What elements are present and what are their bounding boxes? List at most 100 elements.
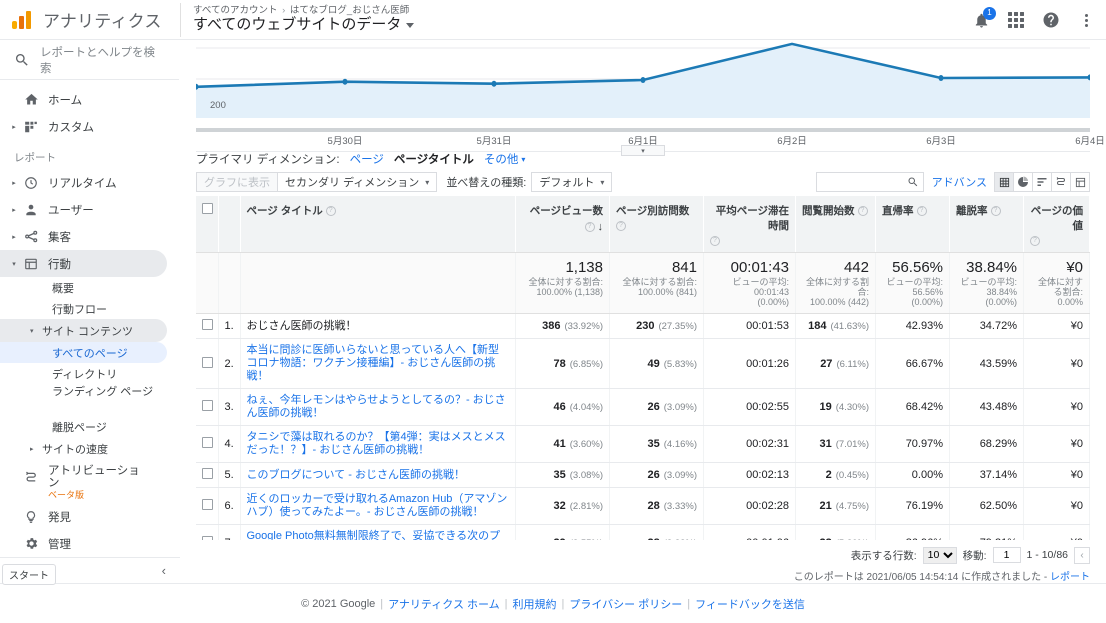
chart-date-slider-handle[interactable]: ▾ <box>621 145 665 156</box>
select-all-header[interactable] <box>196 196 219 253</box>
sidebar-item-custom[interactable]: ▸ カスタム <box>0 113 179 140</box>
page-title-link[interactable]: 本当に問診に医師いらないと思っている人へ【新型コロナ物語：ワクチン接種編】- お… <box>247 344 510 383</box>
sidebar-item-attribution[interactable]: アトリビューション ベータ版 <box>0 463 180 503</box>
footer-link-feedback[interactable]: フィードバックを送信 <box>695 596 805 612</box>
dimension-option-page-title[interactable]: ページタイトル <box>394 151 474 167</box>
row-checkbox[interactable] <box>202 468 213 479</box>
column-header-unique-pageviews[interactable]: ページ別訪問数 ? <box>609 196 704 253</box>
help-icon[interactable]: ? <box>916 205 927 216</box>
pivot-view-icon[interactable] <box>1070 172 1090 192</box>
column-header-pageviews[interactable]: ページビュー数 ? ↓ <box>515 196 610 253</box>
report-note-link[interactable]: レポート <box>1050 572 1090 583</box>
page-title-link[interactable]: このブログについて - おじさん医師の挑戦！ <box>247 469 510 482</box>
footer-link-privacy[interactable]: プライバシー ポリシー <box>569 596 682 612</box>
secondary-dimension-button[interactable]: セカンダリ ディメンション ▾ <box>277 172 438 192</box>
footer-link-analytics-home[interactable]: アナリティクス ホーム <box>388 596 500 612</box>
select-all-checkbox[interactable] <box>202 203 213 214</box>
chart-data-point[interactable] <box>640 77 646 83</box>
comparison-view-icon[interactable] <box>1051 172 1071 192</box>
row-page-title-cell[interactable]: 近くのロッカーで受け取れるAmazon Hub（アマゾンハブ）使ってみたよー。-… <box>240 487 516 525</box>
sidebar-item-admin[interactable]: 管理 <box>0 530 180 557</box>
help-icon[interactable]: ? <box>584 222 595 232</box>
help-icon[interactable]: ? <box>710 236 720 246</box>
page-title-link[interactable]: タニシで藻は取れるのか？【第4弾：実はメスとメスだった！？】- おじさん医師の挑… <box>247 431 510 457</box>
column-header-bounce-rate[interactable]: 直帰率 ? <box>875 196 950 253</box>
sidebar-item-all-pages[interactable]: すべてのページ <box>0 342 167 363</box>
row-select-cell[interactable] <box>196 338 219 389</box>
sidebar-item-behavior-overview[interactable]: 概要 <box>0 277 179 298</box>
table-row[interactable]: 1. おじさん医師の挑戦！ 386 (33.92%) 230 (27.35%) 00:01:… <box>196 313 1090 339</box>
sidebar-item-discover[interactable]: 発見 <box>0 503 180 530</box>
chart-data-point[interactable] <box>342 78 348 85</box>
sidebar-item-exit-pages[interactable]: 離脱ページ <box>0 416 179 437</box>
help-icon[interactable]: ? <box>990 205 1001 216</box>
sort-desc-icon[interactable]: ↓ <box>598 221 604 233</box>
timeline-chart[interactable]: 200 5月30日 5月31日 6月1日 6月2日 6月3日 6月4日 ▾ <box>180 40 1106 156</box>
column-header-avg-time-on-page[interactable]: 平均ページ滞在時間 ? <box>703 196 796 253</box>
sidebar-item-landing-pages[interactable]: ランディング ページ <box>0 384 179 416</box>
dimension-option-other[interactable]: その他 ▾ <box>484 151 526 167</box>
advanced-filter-link[interactable]: アドバンス <box>932 174 987 190</box>
table-row[interactable]: 2. 本当に問診に医師いらないと思っている人へ【新型コロナ物語：ワクチン接種編】-… <box>196 338 1090 389</box>
help-icon[interactable]: ? <box>325 205 336 216</box>
column-header-page-value[interactable]: ページの価値 ? <box>1023 196 1090 253</box>
chart-data-point[interactable] <box>491 80 497 87</box>
page-title-link[interactable]: ねぇ、今年レモンはやらせようとしてるの？- おじさん医師の挑戦！ <box>247 394 510 420</box>
table-row[interactable]: 4. タニシで藻は取れるのか？【第4弾：実はメスとメスだった！？】- おじさん医師… <box>196 425 1090 463</box>
help-icon[interactable]: ? <box>857 205 868 216</box>
sidebar-item-audience[interactable]: ▸ ユーザー <box>0 196 179 223</box>
chevron-left-icon[interactable]: ‹ <box>162 563 166 578</box>
table-row[interactable]: 6. 近くのロッカーで受け取れるAmazon Hub（アマゾンハブ）使ってみたよー… <box>196 487 1090 525</box>
column-header-exit-rate[interactable]: 離脱率 ? <box>949 196 1024 253</box>
row-checkbox[interactable] <box>202 319 213 330</box>
goto-page-input[interactable] <box>992 547 1021 563</box>
sidebar-item-behavior-flow[interactable]: 行動フロー <box>0 298 179 319</box>
brand-area[interactable]: アナリティクス <box>0 7 180 32</box>
view-selector[interactable]: すべてのウェブサイトのデータ <box>193 16 415 34</box>
row-select-cell[interactable] <box>196 462 219 488</box>
row-page-title-cell[interactable]: 本当に問診に医師いらないと思っている人へ【新型コロナ物語：ワクチン接種編】- お… <box>240 338 516 389</box>
sidebar-item-site-content[interactable]: ▾ サイト コンテンツ <box>0 319 167 342</box>
row-page-title-cell[interactable]: タニシで藻は取れるのか？【第4弾：実はメスとメスだった！？】- おじさん医師の挑… <box>240 425 516 463</box>
page-title-link[interactable]: Google Photo無料無制限終了で、妥協できる次のプランは？- おじさん医… <box>247 530 510 540</box>
row-select-cell[interactable] <box>196 524 219 540</box>
rows-per-page-select[interactable]: 10 <box>922 546 957 564</box>
column-header-entrances[interactable]: 閲覧開始数 ? <box>795 196 876 253</box>
sidebar-item-directory[interactable]: ディレクトリ <box>0 363 179 384</box>
search-input[interactable] <box>815 172 924 192</box>
dimension-option-page[interactable]: ページ <box>350 151 384 167</box>
table-row[interactable]: 3. ねぇ、今年レモンはやらせようとしてるの？- おじさん医師の挑戦！ 46 (4.0… <box>196 388 1090 426</box>
row-select-cell[interactable] <box>196 425 219 463</box>
breadcrumb-property[interactable]: はてなブログ_おじさん医師 <box>290 5 409 16</box>
row-page-title-cell[interactable]: Google Photo無料無制限終了で、妥協できる次のプランは？- おじさん医… <box>240 524 516 540</box>
row-checkbox[interactable] <box>202 400 213 411</box>
row-page-title-cell[interactable]: おじさん医師の挑戦！ <box>240 313 516 339</box>
row-select-cell[interactable] <box>196 487 219 525</box>
prev-page-button[interactable]: ‹ <box>1074 546 1090 564</box>
apps-grid-icon[interactable] <box>1006 10 1026 30</box>
page-title-link[interactable]: おじさん医師の挑戦！ <box>247 320 510 333</box>
start-button[interactable]: スタート <box>2 564 56 585</box>
sidebar-item-acquisition[interactable]: ▸ 集客 <box>0 223 179 250</box>
breadcrumb[interactable]: すべてのアカウント › はてなブログ_おじさん医師 <box>193 5 414 16</box>
table-row[interactable]: 5. このブログについて - おじさん医師の挑戦！ 35 (3.08%) 26 (3.09… <box>196 462 1090 488</box>
sidebar-item-realtime[interactable]: ▸ リアルタイム <box>0 169 179 196</box>
help-icon[interactable]: ? <box>616 221 626 231</box>
performance-view-icon[interactable] <box>1032 172 1052 192</box>
row-page-title-cell[interactable]: ねぇ、今年レモンはやらせようとしてるの？- おじさん医師の挑戦！ <box>240 388 516 426</box>
table-row[interactable]: 7. Google Photo無料無制限終了で、妥協できる次のプランは？- おじさ… <box>196 524 1090 540</box>
column-header-page-title[interactable]: ページ タイトル ? <box>240 196 516 253</box>
sidebar-item-home[interactable]: ホーム <box>0 86 179 113</box>
bell-icon[interactable]: 1 <box>971 7 996 30</box>
row-page-title-cell[interactable]: このブログについて - おじさん医師の挑戦！ <box>240 462 516 488</box>
footer-link-terms[interactable]: 利用規約 <box>513 596 557 612</box>
table-view-icon[interactable] <box>994 172 1014 192</box>
row-select-cell[interactable] <box>196 388 219 426</box>
help-icon[interactable] <box>1041 10 1061 30</box>
plot-rows-button[interactable]: グラフに表示 <box>196 172 278 192</box>
more-vert-icon[interactable] <box>1076 10 1096 30</box>
sidebar-search[interactable]: レポートとヘルプを検索 <box>0 40 179 80</box>
row-checkbox[interactable] <box>202 356 213 368</box>
row-select-cell[interactable] <box>196 313 219 339</box>
pie-view-icon[interactable] <box>1013 172 1033 192</box>
